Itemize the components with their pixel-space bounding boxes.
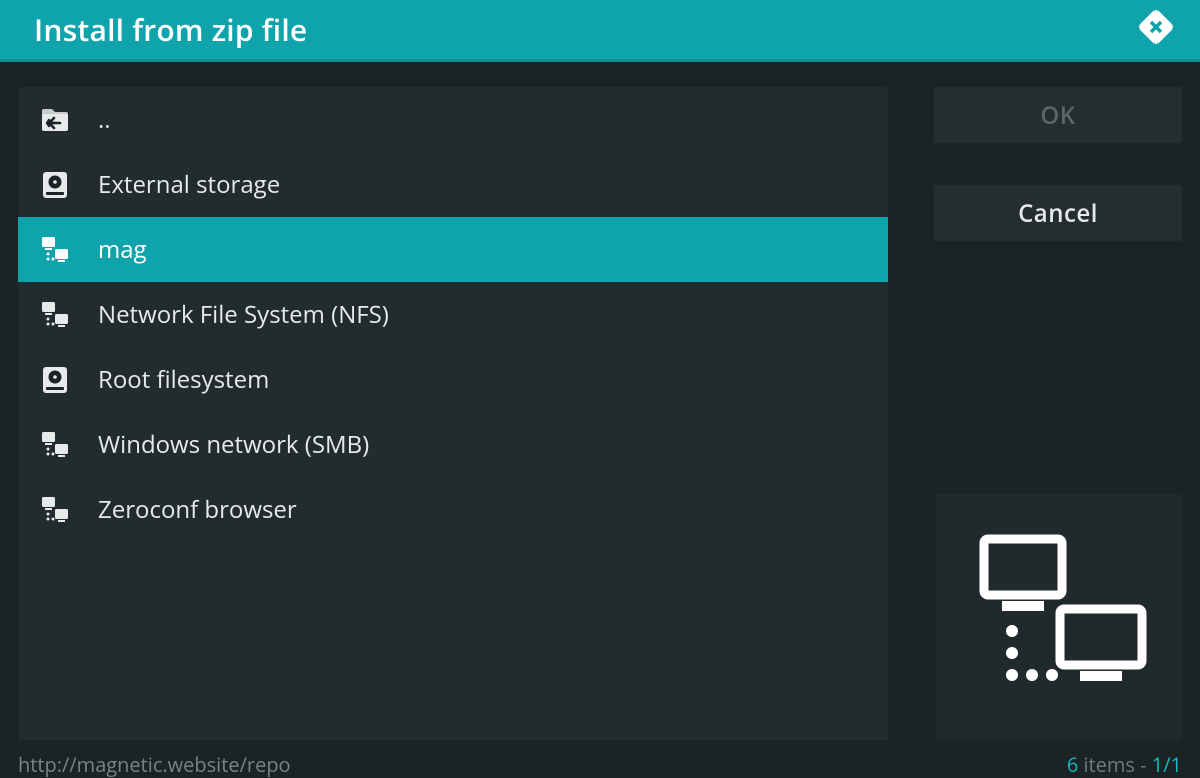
list-item-parent[interactable]: .. <box>18 87 888 152</box>
list-item[interactable]: Network File System (NFS) <box>18 282 888 347</box>
list-item[interactable]: Windows network (SMB) <box>18 412 888 477</box>
list-item-label: Windows network (SMB) <box>98 428 369 461</box>
list-item[interactable]: mag <box>18 217 888 282</box>
status-bar: http://magnetic.website/repo 6 items - 1… <box>0 750 1200 778</box>
network-icon <box>38 430 72 460</box>
ok-button[interactable]: OK <box>934 87 1182 143</box>
network-icon <box>38 235 72 265</box>
list-item-label: Network File System (NFS) <box>98 298 389 331</box>
dialog-body: .. External storage mag Network File Sys… <box>0 65 1200 750</box>
file-browser-list: .. External storage mag Network File Sys… <box>18 87 888 740</box>
list-item[interactable]: Root filesystem <box>18 347 888 412</box>
kodi-logo-icon <box>1136 7 1176 52</box>
network-icon <box>38 495 72 525</box>
cancel-button[interactable]: Cancel <box>934 185 1182 241</box>
list-item[interactable]: Zeroconf browser <box>18 477 888 542</box>
list-item[interactable]: External storage <box>18 152 888 217</box>
header-bar: Install from zip file <box>0 0 1200 62</box>
drive-icon <box>38 365 72 395</box>
list-item-label: Root filesystem <box>98 363 269 396</box>
status-path: http://magnetic.website/repo <box>18 751 291 778</box>
preview-thumbnail <box>936 494 1182 740</box>
list-item-label: External storage <box>98 168 280 201</box>
side-panel: OK Cancel <box>934 87 1182 740</box>
drive-icon <box>38 170 72 200</box>
network-icon <box>964 530 1154 705</box>
network-icon <box>38 300 72 330</box>
dialog-title: Install from zip file <box>34 9 307 50</box>
status-item-count: 6 items - 1/1 <box>1067 751 1182 778</box>
folder-up-icon <box>38 105 72 135</box>
list-item-label: Zeroconf browser <box>98 493 297 526</box>
list-item-label: .. <box>98 103 111 136</box>
list-item-label: mag <box>98 233 147 266</box>
